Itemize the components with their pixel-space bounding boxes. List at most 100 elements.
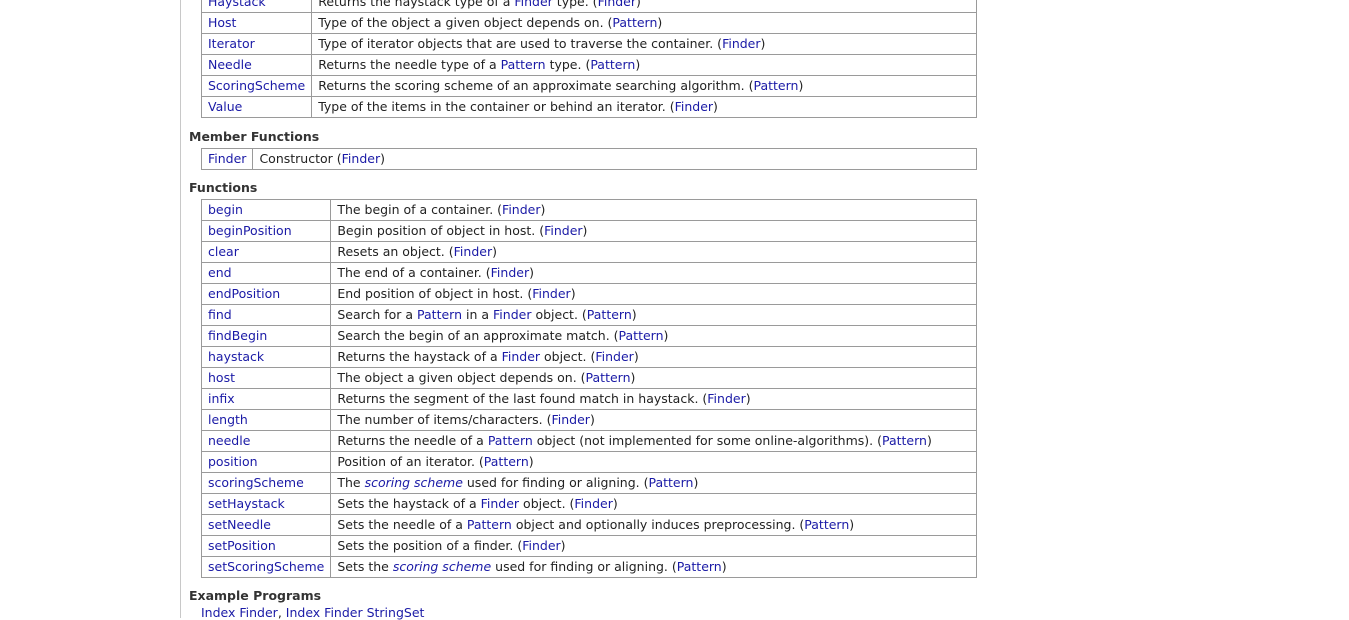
item-name-link[interactable]: length xyxy=(208,412,248,427)
item-name-cell: ScoringScheme xyxy=(200,75,313,97)
description-link[interactable]: Finder xyxy=(454,244,492,259)
item-name-link[interactable]: ScoringScheme xyxy=(208,78,305,93)
item-name-link[interactable]: beginPosition xyxy=(208,223,292,238)
description-link[interactable]: Finder xyxy=(532,286,570,301)
function-row: setPosition Sets the position of a finder… xyxy=(200,535,977,557)
description-link[interactable]: Pattern xyxy=(501,57,546,72)
description-text: End position of object in host. ( xyxy=(337,286,533,301)
item-name-cell: Needle xyxy=(200,54,313,76)
description-link[interactable]: Finder xyxy=(552,412,590,427)
item-name-link[interactable]: Needle xyxy=(208,57,252,72)
description-link[interactable]: Pattern xyxy=(586,370,631,385)
description-text: used for finding or aligning. ( xyxy=(462,475,649,490)
description-link[interactable]: Pattern xyxy=(484,454,529,469)
description-text: Sets the xyxy=(337,559,393,574)
description-link[interactable]: Finder xyxy=(514,0,552,9)
item-name-link[interactable]: infix xyxy=(208,391,235,406)
example-programs-heading: Example Programs xyxy=(189,588,322,603)
description-text: object (not implemented for some online-… xyxy=(532,433,882,448)
item-description-cell: Returns the needle type of a Pattern typ… xyxy=(311,54,977,76)
description-text: ) xyxy=(657,15,663,30)
item-name-link[interactable]: findBegin xyxy=(208,328,267,343)
description-link[interactable]: Finder xyxy=(502,202,540,217)
description-text: The object a given object depends on. ( xyxy=(337,370,586,385)
item-description-cell: Returns the needle of a Pattern object (… xyxy=(330,430,977,452)
item-name-link[interactable]: setScoringScheme xyxy=(208,559,324,574)
description-link[interactable]: Pattern xyxy=(804,517,849,532)
item-name-link[interactable]: haystack xyxy=(208,349,264,364)
description-link[interactable]: Finder xyxy=(707,391,745,406)
description-link[interactable]: Finder xyxy=(595,349,633,364)
description-link[interactable]: Pattern xyxy=(587,307,632,322)
description-link[interactable]: Pattern xyxy=(619,328,664,343)
functions-table: begin The begin of a container. (Finder) b… xyxy=(200,199,977,578)
item-name-cell: setPosition xyxy=(200,535,332,557)
description-link[interactable]: Finder xyxy=(598,0,636,9)
item-name-link[interactable]: setHaystack xyxy=(208,496,285,511)
description-link[interactable]: scoring scheme xyxy=(365,475,463,490)
description-link[interactable]: Finder xyxy=(675,99,713,114)
description-link[interactable]: Pattern xyxy=(648,475,693,490)
item-description-cell: Returns the segment of the last found ma… xyxy=(330,388,977,410)
item-description-cell: Type of the object a given object depend… xyxy=(311,12,977,34)
item-name-link[interactable]: Value xyxy=(208,99,242,114)
item-name-link[interactable]: begin xyxy=(208,202,243,217)
item-name-link[interactable]: setPosition xyxy=(208,538,276,553)
item-name-link[interactable]: setNeedle xyxy=(208,517,271,532)
description-link[interactable]: Finder xyxy=(574,496,612,511)
item-description-cell: Sets the haystack of a Finder object. (F… xyxy=(330,493,977,515)
item-description-cell: Begin position of object in host. (Finde… xyxy=(330,220,977,242)
item-description-cell: Returns the haystack of a Finder object.… xyxy=(330,346,977,368)
description-link[interactable]: Finder xyxy=(491,265,529,280)
item-name-cell: length xyxy=(200,409,332,431)
description-text: type. ( xyxy=(552,0,598,9)
description-text: The end of a container. ( xyxy=(337,265,491,280)
description-italic-link-text: scoring scheme xyxy=(364,475,463,490)
member-function-row: Finder Constructor (Finder) xyxy=(200,148,977,170)
description-text: Returns the needle of a xyxy=(337,433,488,448)
function-row: findBegin Search the begin of an approxim… xyxy=(200,325,977,347)
description-text: ) xyxy=(630,370,636,385)
description-link[interactable]: Pattern xyxy=(417,307,462,322)
description-text: ) xyxy=(529,265,534,280)
item-name-cell: infix xyxy=(200,388,332,410)
item-name-link[interactable]: Iterator xyxy=(208,36,255,51)
function-row: beginPosition Begin position of object in… xyxy=(200,220,977,242)
item-name-link[interactable]: endPosition xyxy=(208,286,280,301)
description-text: ) xyxy=(926,433,932,448)
description-link[interactable]: Pattern xyxy=(467,517,512,532)
description-link[interactable]: Pattern xyxy=(590,57,635,72)
item-description-cell: Constructor (Finder) xyxy=(252,148,977,170)
function-row: endPosition End position of object in hos… xyxy=(200,283,977,305)
description-link[interactable]: Finder xyxy=(722,36,760,51)
item-name-link[interactable]: clear xyxy=(208,244,239,259)
description-link[interactable]: scoring scheme xyxy=(393,559,491,574)
types-table: Haystack Returns the haystack type of a F… xyxy=(200,0,977,118)
item-name-link[interactable]: find xyxy=(208,307,232,322)
description-text: ) xyxy=(635,57,641,72)
description-link[interactable]: Finder xyxy=(481,496,519,511)
item-description-cell: Type of the items in the container or be… xyxy=(311,96,977,118)
member-functions-table-body: Finder Constructor (Finder) xyxy=(200,148,977,170)
item-name-link[interactable]: scoringScheme xyxy=(208,475,304,490)
item-name-link[interactable]: Host xyxy=(208,15,236,30)
description-link[interactable]: Pattern xyxy=(488,433,533,448)
description-link[interactable]: Pattern xyxy=(882,433,927,448)
description-link[interactable]: Pattern xyxy=(677,559,722,574)
description-link[interactable]: Finder xyxy=(544,223,582,238)
description-link[interactable]: Pattern xyxy=(753,78,798,93)
description-link[interactable]: Finder xyxy=(342,151,380,166)
description-link[interactable]: Finder xyxy=(493,307,531,322)
item-name-link[interactable]: position xyxy=(208,454,258,469)
description-link[interactable]: Finder xyxy=(522,538,560,553)
description-text: The begin of a container. ( xyxy=(337,202,503,217)
item-name-link[interactable]: end xyxy=(208,265,232,280)
item-description-cell: Returns the scoring scheme of an approxi… xyxy=(311,75,977,97)
item-name-link[interactable]: needle xyxy=(208,433,250,448)
item-name-link[interactable]: Haystack xyxy=(208,0,266,9)
description-text: Type of the items in the container or be… xyxy=(318,99,675,114)
item-name-link[interactable]: Finder xyxy=(208,151,246,166)
item-name-link[interactable]: host xyxy=(208,370,235,385)
description-link[interactable]: Finder xyxy=(502,349,540,364)
description-link[interactable]: Pattern xyxy=(612,15,657,30)
